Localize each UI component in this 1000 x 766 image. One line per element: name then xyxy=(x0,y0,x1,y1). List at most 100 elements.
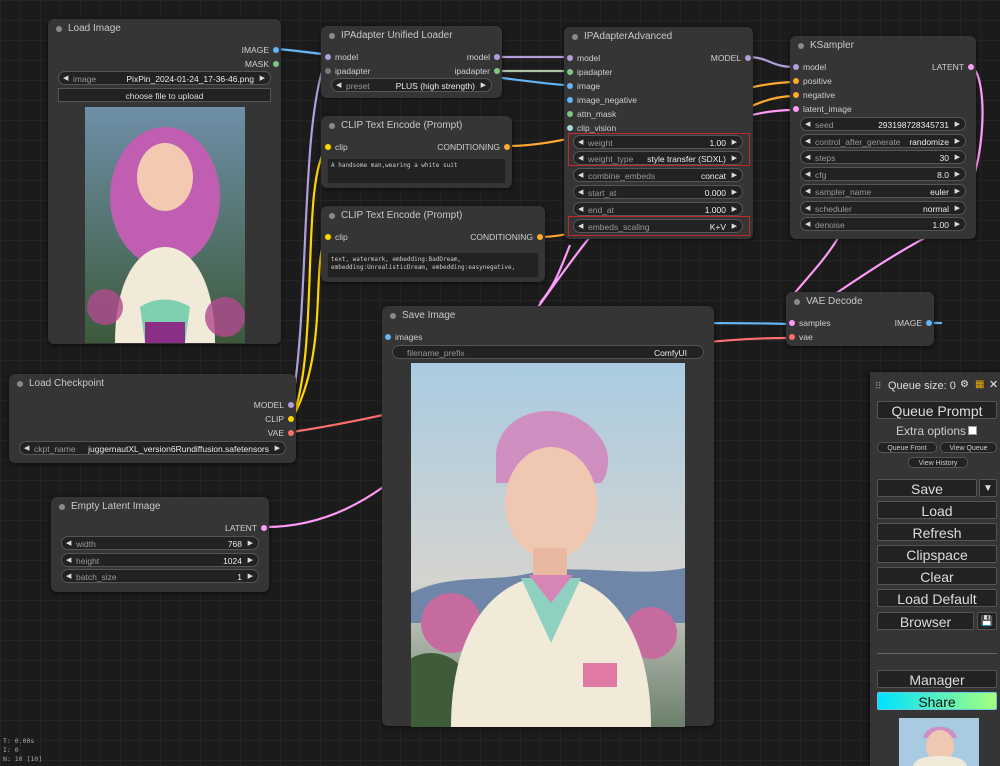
arrow-right-icon[interactable]: ▶ xyxy=(955,118,960,132)
input-samples[interactable]: samples xyxy=(789,316,831,330)
arrow-left-icon[interactable]: ◀ xyxy=(805,185,810,199)
node-ipadapter-unified-loader[interactable]: IPAdapter Unified Loader model ipadapter… xyxy=(321,26,502,98)
node-title[interactable]: Save Image xyxy=(382,306,714,326)
widget-filename-prefix[interactable]: filename_prefix ComfyUI xyxy=(392,345,704,359)
collapse-dot[interactable] xyxy=(329,213,335,219)
upload-button[interactable]: choose file to upload xyxy=(58,88,271,102)
clipspace-button[interactable]: Clipspace xyxy=(877,545,997,563)
output-ipadapter[interactable]: ipadapter xyxy=(410,64,500,78)
browser-save-button[interactable]: 💾 xyxy=(977,612,997,630)
widget-combine-embeds[interactable]: ◀ combine_embeds concat ▶ xyxy=(573,168,743,182)
pin-in-model[interactable] xyxy=(793,64,799,70)
output-conditioning[interactable]: CONDITIONING xyxy=(433,230,543,244)
load-button[interactable]: Load xyxy=(877,501,997,519)
node-title[interactable]: Load Image xyxy=(48,19,281,39)
node-title[interactable]: CLIP Text Encode (Prompt) xyxy=(321,206,545,226)
pin-out-model[interactable] xyxy=(288,402,294,408)
input-positive[interactable]: positive xyxy=(793,74,832,88)
output-clip[interactable]: CLIP xyxy=(184,412,294,426)
share-button[interactable]: Share xyxy=(877,692,997,710)
save-dropdown-button[interactable]: ▼ xyxy=(979,479,997,497)
pin-in-clip-vision[interactable] xyxy=(567,125,573,131)
node-title[interactable]: VAE Decode xyxy=(786,292,934,312)
collapse-dot[interactable] xyxy=(17,381,23,387)
input-images[interactable]: images xyxy=(385,330,422,344)
node-clip-text-encode-positive[interactable]: CLIP Text Encode (Prompt) clip CONDITION… xyxy=(321,116,512,188)
widget-start-at[interactable]: ◀ start_at 0.000 ▶ xyxy=(573,185,743,199)
clear-button[interactable]: Clear xyxy=(877,567,997,585)
pin-in-image[interactable] xyxy=(567,83,573,89)
save-button[interactable]: Save xyxy=(877,479,977,497)
arrow-right-icon[interactable]: ▶ xyxy=(955,202,960,216)
pin-in-positive[interactable] xyxy=(793,78,799,84)
input-ipadapter[interactable]: ipadapter xyxy=(567,65,612,79)
node-ksampler[interactable]: KSampler model positive negative latent_… xyxy=(790,36,976,239)
output-model[interactable]: MODEL xyxy=(184,398,294,412)
input-latent-image[interactable]: latent_image xyxy=(793,102,852,116)
widget-weight[interactable]: ◀ weight 1.00 ▶ xyxy=(573,135,743,149)
output-image[interactable]: IMAGE xyxy=(169,43,279,57)
refresh-button[interactable]: Refresh xyxy=(877,523,997,541)
widget-image[interactable]: ◀ image PixPin_2024-01-24_17-36-46.png ▶ xyxy=(58,71,271,85)
input-clip[interactable]: clip xyxy=(325,140,348,154)
arrow-right-icon[interactable]: ▶ xyxy=(732,169,737,183)
input-clip[interactable]: clip xyxy=(325,230,348,244)
pin-in-attn-mask[interactable] xyxy=(567,111,573,117)
pin-out-conditioning[interactable] xyxy=(537,234,543,240)
collapse-dot[interactable] xyxy=(329,123,335,129)
extra-options-checkbox[interactable] xyxy=(968,426,977,435)
queue-prompt-button[interactable]: Queue Prompt xyxy=(877,401,997,419)
manager-button[interactable]: Manager xyxy=(877,670,997,688)
input-vae[interactable]: vae xyxy=(789,330,813,344)
collapse-dot[interactable] xyxy=(56,26,62,32)
widget-sampler-name[interactable]: ◀ sampler_name euler ▶ xyxy=(800,184,966,198)
arrow-right-icon[interactable]: ▶ xyxy=(275,442,280,456)
arrow-right-icon[interactable]: ▶ xyxy=(248,537,253,551)
arrow-left-icon[interactable]: ◀ xyxy=(805,135,810,149)
widget-preset[interactable]: ◀ preset PLUS (high strength) ▶ xyxy=(331,78,492,92)
output-mask[interactable]: MASK xyxy=(169,57,279,71)
arrow-left-icon[interactable]: ◀ xyxy=(578,169,583,183)
output-model[interactable]: model xyxy=(410,50,500,64)
arrow-right-icon[interactable]: ▶ xyxy=(732,136,737,150)
pin-out-image[interactable] xyxy=(273,47,279,53)
pin-out-vae[interactable] xyxy=(288,430,294,436)
arrow-left-icon[interactable]: ◀ xyxy=(578,203,583,217)
input-image-negative[interactable]: image_negative xyxy=(567,93,637,107)
arrow-left-icon[interactable]: ◀ xyxy=(805,202,810,216)
collapse-dot[interactable] xyxy=(798,43,804,49)
arrow-left-icon[interactable]: ◀ xyxy=(66,570,71,584)
pin-out-latent[interactable] xyxy=(261,525,267,531)
arrow-left-icon[interactable]: ◀ xyxy=(805,168,810,182)
arrow-right-icon[interactable]: ▶ xyxy=(248,570,253,584)
pin-out-model[interactable] xyxy=(494,54,500,60)
arrow-right-icon[interactable]: ▶ xyxy=(955,135,960,149)
view-history-button[interactable]: View History xyxy=(908,457,968,468)
widget-ckpt-name[interactable]: ◀ ckpt_name juggernautXL_version6Rundiffus… xyxy=(19,441,286,455)
pin-out-clip[interactable] xyxy=(288,416,294,422)
pin-in-model[interactable] xyxy=(325,54,331,60)
arrow-right-icon[interactable]: ▶ xyxy=(248,554,253,568)
widget-embeds-scaling[interactable]: ◀ embeds_scaling K+V ▶ xyxy=(573,219,743,233)
pin-in-clip[interactable] xyxy=(325,144,331,150)
input-model[interactable]: model xyxy=(567,51,600,65)
widget-weight-type[interactable]: ◀ weight_type style transfer (SDXL) ▶ xyxy=(573,151,743,165)
node-empty-latent-image[interactable]: Empty Latent Image LATENT ◀ width 768 ▶ ◀ he… xyxy=(51,497,269,592)
arrow-right-icon[interactable]: ▶ xyxy=(481,79,486,93)
pin-in-samples[interactable] xyxy=(789,320,795,326)
input-image[interactable]: image xyxy=(567,79,600,93)
pin-in-ipadapter[interactable] xyxy=(567,69,573,75)
pin-in-latent[interactable] xyxy=(793,106,799,112)
image-icon[interactable]: ▦ xyxy=(975,379,984,390)
arrow-left-icon[interactable]: ◀ xyxy=(805,218,810,232)
arrow-right-icon[interactable]: ▶ xyxy=(732,186,737,200)
input-model[interactable]: model xyxy=(793,60,826,74)
arrow-left-icon[interactable]: ◀ xyxy=(24,442,29,456)
collapse-dot[interactable] xyxy=(390,313,396,319)
gear-icon[interactable]: ⚙ xyxy=(960,379,969,390)
node-ipadapter-advanced[interactable]: IPAdapterAdvanced model ipadapter image … xyxy=(564,27,753,239)
input-ipadapter[interactable]: ipadapter xyxy=(325,64,370,78)
arrow-right-icon[interactable]: ▶ xyxy=(732,152,737,166)
arrow-right-icon[interactable]: ▶ xyxy=(955,151,960,165)
collapse-dot[interactable] xyxy=(329,33,335,39)
